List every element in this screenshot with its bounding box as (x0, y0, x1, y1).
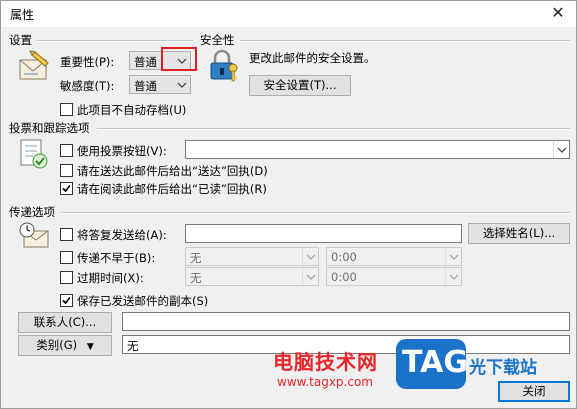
delivery-divider (61, 212, 570, 214)
reply-to-checkbox[interactable] (60, 228, 73, 241)
delivery-clock-envelope-icon (19, 222, 49, 248)
expires-time-select[interactable]: 0:00 (326, 267, 462, 286)
no-autoarchive-label: 此项目不自动存档(U) (77, 103, 187, 117)
categories-button-label: 类别(G) (36, 338, 78, 352)
checkmark-icon (62, 184, 71, 193)
watermark-site-name: 电脑技术网 (273, 350, 378, 374)
watermark-brand-text: 光下载站 (469, 358, 537, 378)
defer-time-select[interactable]: 0:00 (326, 247, 462, 266)
importance-label: 重要性(P): (60, 55, 115, 69)
read-receipt-checkbox[interactable] (60, 182, 73, 195)
voting-divider (97, 128, 570, 130)
no-autoarchive-checkbox[interactable] (60, 103, 73, 116)
save-copy-label: 保存已发送邮件的副本(S) (77, 294, 209, 308)
chevron-down-icon (302, 268, 318, 285)
lock-key-icon (210, 49, 238, 82)
security-settings-button[interactable]: 安全设置(T)... (249, 75, 351, 96)
contacts-input[interactable] (122, 312, 570, 331)
voting-tracking-icon (20, 139, 48, 169)
contacts-button[interactable]: 联系人(C)... (18, 312, 112, 333)
security-divider (240, 40, 570, 42)
security-heading: 安全性 (200, 33, 235, 47)
settings-divider (37, 40, 193, 42)
envelope-settings-icon (19, 50, 49, 80)
voting-heading: 投票和跟踪选项 (9, 121, 90, 135)
checkmark-icon (62, 296, 71, 305)
delivery-heading: 传递选项 (9, 205, 55, 219)
delivery-receipt-checkbox[interactable] (60, 164, 73, 177)
expires-label: 过期时间(X): (77, 271, 144, 285)
caret-down-icon: ▼ (86, 342, 94, 352)
delivery-receipt-label: 请在送达此邮件后给出“送达”回执(D) (77, 164, 268, 178)
importance-value: 普通 (134, 55, 157, 69)
chevron-down-icon (553, 141, 567, 158)
settings-heading: 设置 (9, 33, 32, 47)
watermark-logo-text: TAG (402, 345, 468, 380)
save-copy-checkbox[interactable] (60, 294, 73, 307)
expires-date-value: 无 (190, 271, 202, 285)
sensitivity-value: 普通 (134, 79, 157, 93)
defer-date-select[interactable]: 无 (185, 247, 319, 266)
sensitivity-select[interactable]: 普通 (129, 75, 191, 94)
chevron-down-icon (445, 248, 461, 265)
categories-value: 无 (127, 339, 139, 353)
window-title: 属性 (10, 8, 35, 22)
title-bar: 属性 ✕ (1, 1, 576, 27)
defer-delivery-label: 传递不早于(B): (77, 251, 156, 265)
close-icon[interactable]: ✕ (550, 5, 566, 21)
expires-checkbox[interactable] (60, 271, 73, 284)
defer-delivery-checkbox[interactable] (60, 251, 73, 264)
use-voting-checkbox[interactable] (60, 144, 73, 157)
categories-button[interactable]: 类别(G) ▼ (18, 335, 112, 356)
expires-date-select[interactable]: 无 (185, 267, 319, 286)
defer-time-value: 0:00 (331, 250, 357, 264)
security-description: 更改此邮件的安全设置。 (249, 51, 376, 65)
defer-date-value: 无 (190, 251, 202, 265)
voting-buttons-select[interactable] (185, 140, 570, 159)
chevron-down-icon (302, 248, 318, 265)
read-receipt-label: 请在阅读此邮件后给出“已读”回执(R) (77, 182, 267, 196)
watermark-logo: TAG (396, 339, 468, 389)
reply-to-input[interactable] (185, 224, 462, 243)
reply-to-label: 将答复发送给(A): (77, 228, 167, 242)
watermark-site-url: www.tagxp.com (277, 375, 373, 389)
use-voting-label: 使用投票按钮(V): (77, 144, 167, 158)
expires-time-value: 0:00 (331, 270, 357, 284)
sensitivity-label: 敏感度(T): (60, 79, 115, 93)
chevron-down-icon (445, 268, 461, 285)
properties-dialog: 属性 ✕ 设置 重要性(P): 普通 敏感度(T): 普通 此项目不自动存档(U… (0, 0, 577, 409)
highlight-box (161, 47, 197, 71)
chevron-down-icon (177, 82, 187, 88)
close-button[interactable]: 关闭 (498, 381, 570, 402)
select-names-button[interactable]: 选择姓名(L)... (468, 223, 570, 244)
